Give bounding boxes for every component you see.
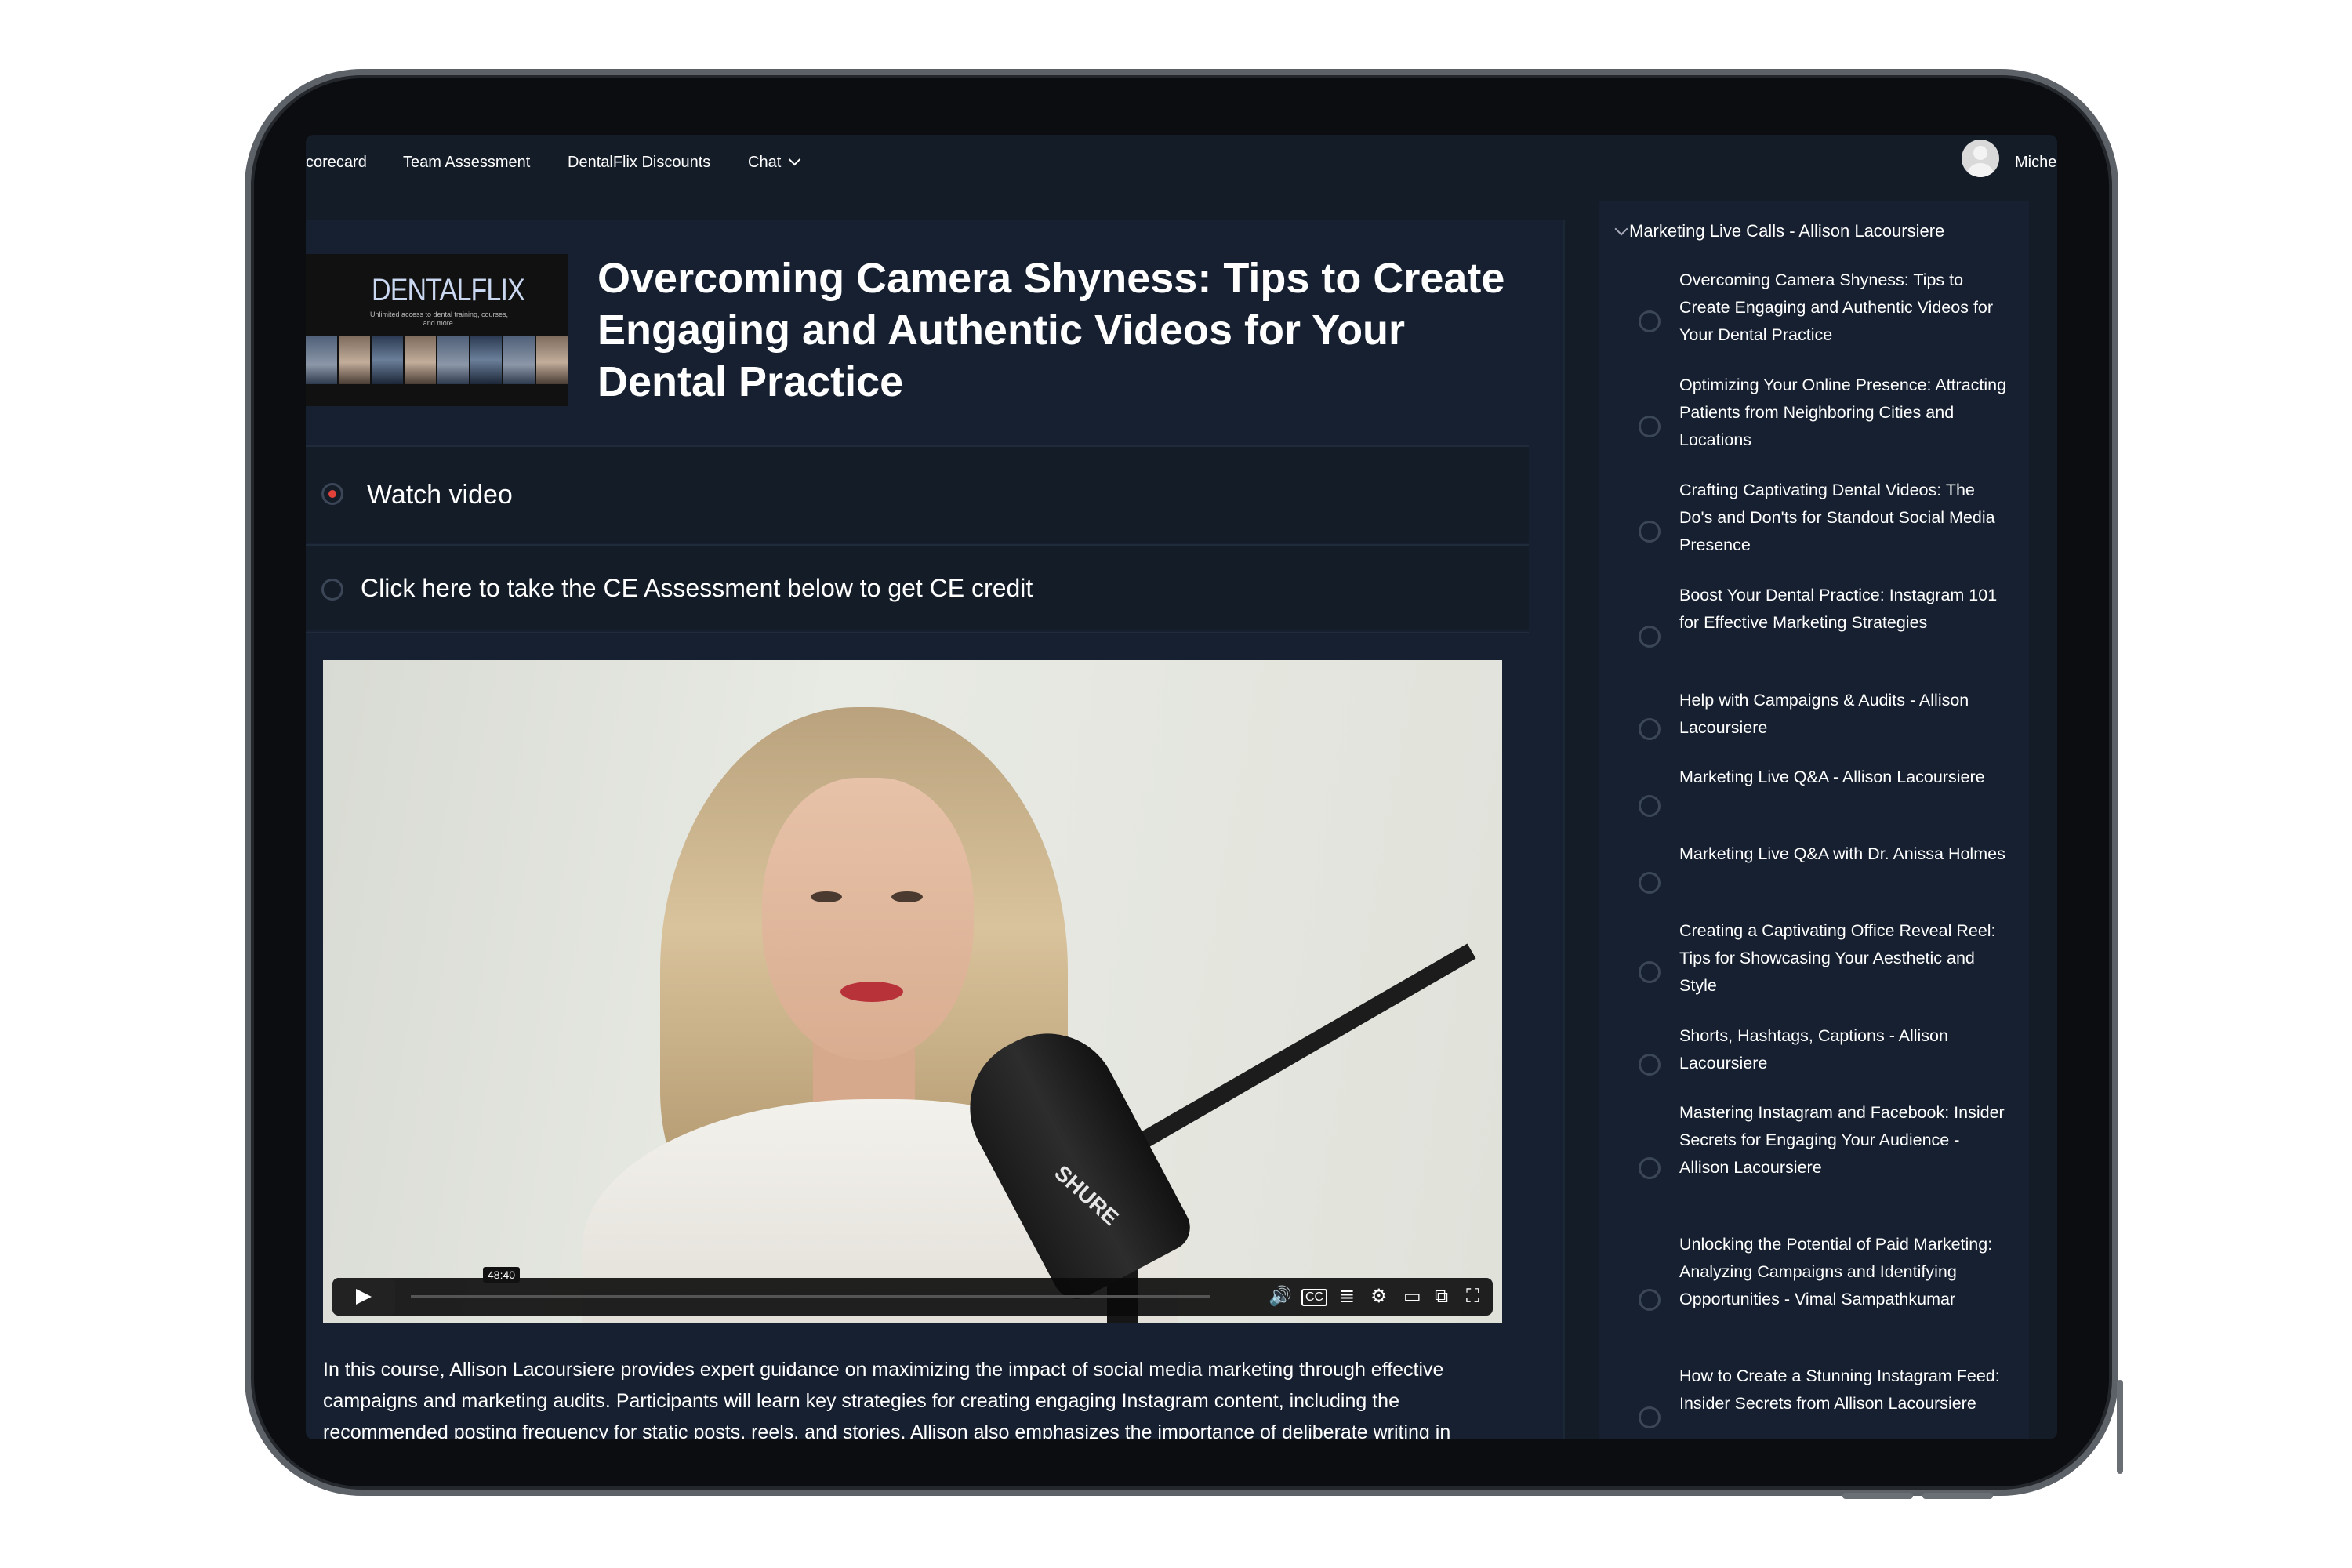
sidebar-lesson-title: Marketing Live Q&A with Dr. Anissa Holme…	[1679, 844, 2005, 863]
sidebar-lesson-title: Overcoming Camera Shyness: Tips to Creat…	[1679, 270, 1994, 344]
step-label: Watch video	[367, 480, 513, 510]
thumbnail-tagline: Unlimited access to dental training, cou…	[369, 310, 509, 327]
video-frame-face	[762, 778, 974, 1060]
page-title: Overcoming Camera Shyness: Tips to Creat…	[597, 255, 1505, 405]
sidebar-lesson-title: How to Create a Stunning Instagram Feed:…	[1679, 1367, 2000, 1413]
chevron-down-icon	[788, 153, 801, 166]
course-sidebar: Marketing Live Calls - Allison Lacoursie…	[1599, 201, 2029, 1439]
lesson-status-icon	[1639, 795, 1661, 817]
device-button	[2117, 1380, 2123, 1474]
sidebar-lesson-title: Help with Campaigns & Audits - Allison L…	[1679, 691, 1969, 737]
sidebar-lesson-title: Unlocking the Potential of Paid Marketin…	[1679, 1235, 1993, 1308]
sidebar-lesson-title: Creating a Captivating Office Reveal Ree…	[1679, 921, 1996, 995]
user-name[interactable]: Miche	[2015, 154, 2056, 172]
step-label: Click here to take the CE Assessment bel…	[361, 574, 1033, 602]
user-avatar-icon[interactable]	[1962, 140, 1999, 177]
sidebar-lesson-title: Optimizing Your Online Presence: Attract…	[1679, 376, 2007, 449]
lesson-status-icon	[1639, 872, 1661, 894]
play-icon[interactable]	[332, 1278, 395, 1316]
thumbnail-collage	[306, 336, 568, 384]
step-watch-video[interactable]: Watch video	[306, 447, 1529, 543]
lesson-status-icon	[1639, 1406, 1661, 1428]
sidebar-lesson-title: Boost Your Dental Practice: Instagram 10…	[1679, 586, 1998, 632]
course-thumbnail: DENTALFLIX Unlimited access to dental tr…	[306, 254, 568, 406]
device-button	[1922, 1493, 1993, 1499]
radio-selected-icon[interactable]	[321, 483, 343, 505]
lesson-status-icon	[1639, 626, 1661, 648]
lesson-status-icon	[1639, 521, 1661, 543]
video-progress-bar[interactable]: 48:40	[411, 1267, 1210, 1298]
cast-icon[interactable]: ▭	[1403, 1286, 1421, 1308]
volume-icon[interactable]: 🔊	[1269, 1286, 1292, 1308]
settings-icon[interactable]: ⚙	[1370, 1286, 1388, 1308]
device-button	[1842, 1493, 1913, 1499]
lesson-description: In this course, Allison Lacoursiere prov…	[323, 1359, 1451, 1439]
divider	[306, 632, 1529, 633]
app-screen: corecard Team Assessment DentalFlix Disc…	[306, 135, 2057, 1439]
radio-unselected-icon[interactable]	[321, 579, 343, 601]
lesson-status-icon	[1639, 718, 1661, 740]
nav-link-chat-label: Chat	[748, 154, 782, 171]
transcript-icon[interactable]: ≣	[1339, 1286, 1355, 1308]
step-ce-assessment[interactable]: Click here to take the CE Assessment bel…	[306, 546, 1529, 630]
mic-brand: SHURE	[1050, 1160, 1123, 1230]
video-player[interactable]: SHURE 48:40 🔊 CC ≣ ⚙ ▭ ⧉ ⛶	[323, 660, 1502, 1323]
chevron-down-icon[interactable]	[1614, 222, 1628, 236]
nav-link-discounts[interactable]: DentalFlix Discounts	[568, 154, 710, 172]
sidebar-lesson-title: Shorts, Hashtags, Captions - Allison Lac…	[1679, 1026, 1948, 1073]
sidebar-section-title[interactable]: Marketing Live Calls - Allison Lacoursie…	[1629, 221, 1944, 241]
sidebar-lesson-title: Marketing Live Q&A - Allison Lacoursiere	[1679, 768, 1985, 786]
nav-link-chat[interactable]: Chat	[748, 153, 801, 172]
lesson-status-icon	[1639, 416, 1661, 437]
lesson-status-icon	[1639, 310, 1661, 332]
lesson-status-icon	[1639, 1157, 1661, 1179]
lesson-status-icon	[1639, 961, 1661, 983]
video-timestamp: 48:40	[483, 1267, 521, 1283]
nav-link-team-assessment[interactable]: Team Assessment	[403, 154, 530, 172]
video-controls: 48:40 🔊 CC ≣ ⚙ ▭ ⧉ ⛶	[332, 1267, 1493, 1316]
thumbnail-logo: DENTALFLIX	[372, 273, 525, 307]
sidebar-lesson-title: Mastering Instagram and Facebook: Inside…	[1679, 1103, 2005, 1177]
fullscreen-icon[interactable]: ⛶	[1466, 1286, 1479, 1308]
lesson-status-icon	[1639, 1054, 1661, 1076]
lesson-status-icon	[1639, 1289, 1661, 1311]
nav-link-scorecard[interactable]: corecard	[306, 154, 367, 172]
captions-icon[interactable]: CC	[1301, 1289, 1328, 1306]
sidebar-lesson-title: Crafting Captivating Dental Videos: The …	[1679, 481, 1995, 554]
picture-in-picture-icon[interactable]: ⧉	[1435, 1286, 1448, 1308]
top-navigation: corecard Team Assessment DentalFlix Disc…	[306, 135, 2057, 201]
